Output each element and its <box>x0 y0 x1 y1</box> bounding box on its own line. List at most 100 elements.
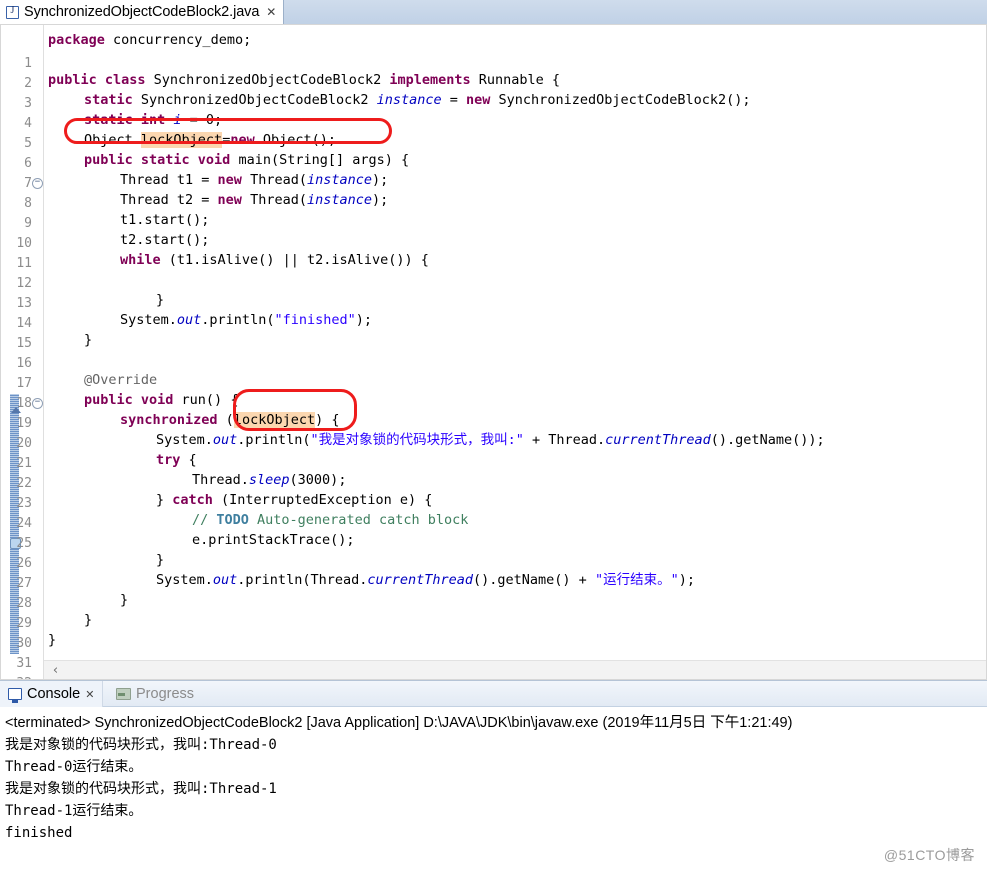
code-line: Thread t1 = new Thread(instance); <box>120 170 388 190</box>
code-token: "finished" <box>274 312 356 328</box>
code-editor[interactable]: package concurrency_demo;public class Sy… <box>0 24 987 680</box>
code-token: new <box>230 132 263 148</box>
line-number: 9 <box>24 216 32 231</box>
code-token: new <box>466 92 499 108</box>
code-line: System.out.println("我是对象锁的代码块形式，我叫:" + T… <box>156 430 825 450</box>
tab-console-label: Console <box>27 686 81 702</box>
code-token: instance <box>306 192 372 208</box>
code-text-area[interactable]: package concurrency_demo;public class Sy… <box>44 24 987 680</box>
editor-horizontal-scrollbar[interactable]: ‹ <box>44 660 987 680</box>
code-token: instance <box>376 92 442 108</box>
code-token: catch <box>172 492 222 508</box>
line-number: 8 <box>24 196 32 211</box>
tab-progress[interactable]: Progress <box>108 681 202 707</box>
code-token: SynchronizedObjectCodeBlock2 <box>153 72 390 88</box>
code-token: out <box>176 312 202 328</box>
line-number: 19 <box>16 416 32 431</box>
code-token: out <box>212 432 238 448</box>
watermark: @51CTO博客 <box>883 847 975 863</box>
line-number: 21 <box>16 456 32 471</box>
code-token: currentThread <box>605 432 711 448</box>
code-line: } <box>156 550 164 570</box>
line-number: 28 <box>16 596 32 611</box>
code-line: } <box>84 330 92 350</box>
fold-collapse-icon[interactable] <box>32 398 43 409</box>
code-token: } <box>156 292 165 308</box>
progress-icon <box>116 688 131 700</box>
code-token: System. <box>120 312 177 328</box>
eclipse-ide-window: SynchronizedObjectCodeBlock2.java ✕ pack… <box>0 0 987 873</box>
tab-progress-label: Progress <box>136 686 195 702</box>
scroll-left-icon[interactable]: ‹ <box>48 663 63 678</box>
code-token: e.printStackTrace(); <box>192 532 355 548</box>
code-token: ); <box>372 192 389 208</box>
code-line: System.out.println(Thread.currentThread(… <box>156 570 695 590</box>
code-token: public static void <box>84 152 239 168</box>
code-token: } <box>120 592 129 608</box>
console-output-lines: 我是对象锁的代码块形式，我叫:Thread-0 Thread-0运行结束。 我是对象… <box>5 734 987 844</box>
code-token: Thread( <box>250 192 307 208</box>
line-number: 23 <box>16 496 32 511</box>
code-line: while (t1.isAlive() || t2.isAlive()) { <box>120 250 429 270</box>
code-token: (3000); <box>289 472 347 488</box>
code-line: public class SynchronizedObjectCodeBlock… <box>48 70 560 90</box>
code-token: concurrency_demo; <box>113 32 252 48</box>
code-token: .println( <box>201 312 275 328</box>
fold-collapse-icon[interactable] <box>32 178 43 189</box>
code-token: sleep <box>248 472 290 488</box>
line-number: 12 <box>16 276 32 291</box>
code-token: + Thread. <box>523 432 606 448</box>
line-number: 5 <box>24 136 32 151</box>
code-token: Thread t1 = <box>120 172 218 188</box>
code-token: .println(Thread. <box>237 572 368 588</box>
code-token: Object <box>84 132 141 148</box>
code-token: ( <box>225 412 234 428</box>
code-token: out <box>212 572 238 588</box>
code-line: } <box>84 610 92 630</box>
editor-tab-bar: SynchronizedObjectCodeBlock2.java ✕ <box>0 0 987 24</box>
code-token: .println( <box>237 432 311 448</box>
line-number: 3 <box>24 96 32 111</box>
close-icon[interactable]: ✕ <box>85 688 94 701</box>
line-number: 7 <box>24 176 32 191</box>
code-line: e.printStackTrace(); <box>192 530 355 550</box>
code-token: try <box>156 452 189 468</box>
line-number: 27 <box>16 576 32 591</box>
code-line: Thread t2 = new Thread(instance); <box>120 190 388 210</box>
line-number: 26 <box>16 556 32 571</box>
console-output-line: Thread-0运行结束。 <box>5 759 143 775</box>
console-launch-header: <terminated> SynchronizedObjectCodeBlock… <box>5 715 793 731</box>
code-line: } catch (InterruptedException e) { <box>156 490 432 510</box>
console-tab-bar: Console ✕ Progress <box>0 681 987 707</box>
code-line: try { <box>156 450 197 470</box>
close-icon[interactable]: ✕ <box>266 6 276 18</box>
code-token: ().getName()); <box>710 432 825 448</box>
code-token: } <box>156 552 165 568</box>
code-token: ); <box>372 172 389 188</box>
code-line: // TODO Auto-generated catch block <box>192 510 468 530</box>
code-token: implements <box>389 72 479 88</box>
line-number: 29 <box>16 616 32 631</box>
console-output-area[interactable]: <terminated> SynchronizedObjectCodeBlock… <box>0 707 987 873</box>
tab-console[interactable]: Console ✕ <box>0 681 104 707</box>
line-number: 17 <box>16 376 32 391</box>
line-number: 18 <box>16 396 32 411</box>
code-token: synchronized <box>120 412 226 428</box>
code-token: ); <box>355 312 372 328</box>
code-token: ) { <box>315 412 340 428</box>
code-token: while <box>120 252 169 268</box>
code-line: Thread.sleep(3000); <box>192 470 346 490</box>
code-token: public class <box>48 72 154 88</box>
code-line: public void run() { <box>84 390 238 410</box>
code-token: static int <box>84 112 174 128</box>
code-token: } <box>48 632 57 648</box>
line-number: 30 <box>16 636 32 651</box>
code-token: package <box>48 32 114 48</box>
code-token: @Override <box>84 372 158 388</box>
code-token: currentThread <box>367 572 474 588</box>
console-output-line: 我是对象锁的代码块形式，我叫:Thread-0 <box>5 737 277 753</box>
code-token: run() { <box>181 392 239 408</box>
console-panel: Console ✕ Progress <terminated> Synchron… <box>0 680 987 873</box>
line-number: 11 <box>16 256 32 271</box>
editor-tab-synchronizedobjectcodeblock2[interactable]: SynchronizedObjectCodeBlock2.java ✕ <box>0 0 285 24</box>
